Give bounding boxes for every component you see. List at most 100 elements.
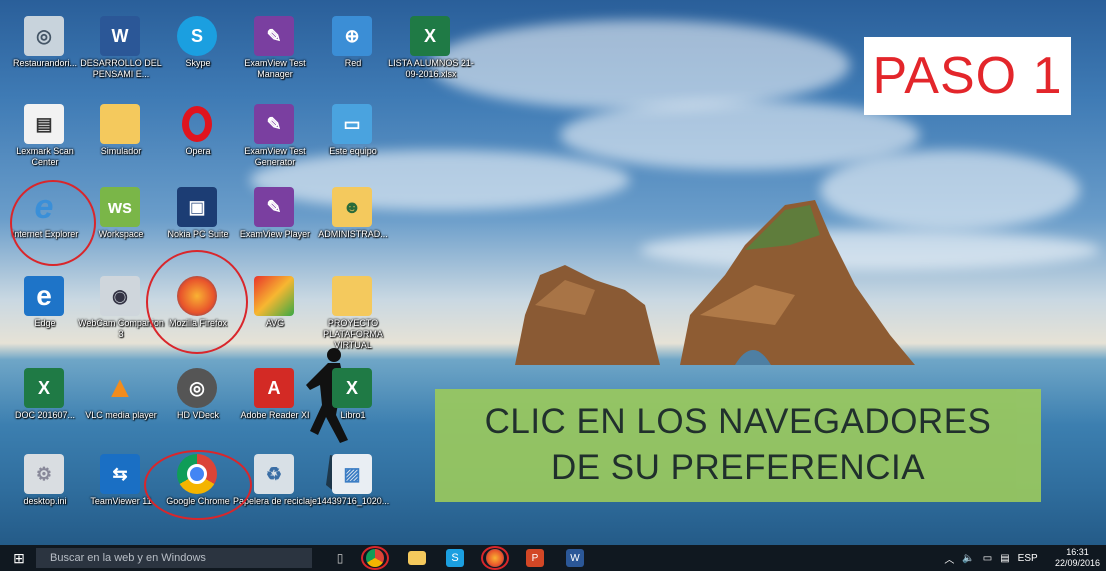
edge-shortcut[interactable]: e Edge (2, 272, 88, 362)
red-network[interactable]: ⊕ Red (310, 12, 396, 102)
step-label: PASO 1 (864, 37, 1071, 115)
sea-rocks (515, 200, 915, 365)
lexmark-shortcut[interactable]: ▤ Lexmark Scan Center (2, 100, 88, 190)
taskbar-skype-icon[interactable]: S (446, 549, 464, 567)
clock-time: 16:31 (1066, 547, 1089, 557)
highlight-circle-chrome (144, 450, 252, 520)
icon-label: Opera (185, 146, 211, 156)
nokia-icon: ▣ (177, 187, 217, 227)
clock-date: 22/09/2016 (1054, 558, 1100, 568)
icon-label: Libro1 (340, 410, 366, 420)
network-tray-icon[interactable]: ▭ (983, 553, 992, 564)
highlight-circle-taskbar-chrome (361, 546, 389, 570)
proyecto-folder[interactable]: PROYECTO PLATAFORMA VIRTUAL (310, 272, 396, 362)
icon-label: Skype (185, 58, 211, 68)
highlight-circle-taskbar-firefox (481, 546, 509, 570)
instruction-line-1: CLIC EN LOS NAVEGADORES (484, 402, 992, 441)
computer-icon: ▭ (332, 104, 372, 144)
desktop-screen: ◎ Restaurandori... ▤ Lexmark Scan Center… (0, 0, 1106, 571)
icon-label: 14439716_1020... (316, 496, 390, 506)
icon-label: DOC 201607... (14, 410, 76, 420)
este-equipo[interactable]: ▭ Este equipo (310, 100, 396, 190)
search-box[interactable]: Buscar en la web y en Windows (36, 548, 312, 568)
icon-label: Adobe Reader XI (240, 410, 310, 420)
network-icon: ⊕ (332, 16, 372, 56)
excel-icon: X (410, 16, 450, 56)
restaurando-icon-shortcut[interactable]: ◎ Restaurandori... (2, 12, 88, 102)
powerpoint-icon[interactable]: P (526, 549, 544, 567)
icon-label: Edge (34, 318, 56, 328)
volume-icon[interactable]: 🔈 (962, 553, 974, 564)
folder-icon (100, 104, 140, 144)
icon-label: Este equipo (329, 146, 377, 156)
chevron-up-icon[interactable]: ︿ (944, 551, 954, 566)
taskbar-word-icon[interactable]: W (566, 549, 584, 567)
icon-label: Restaurandori... (12, 58, 78, 68)
desarrollo-word-shortcut[interactable]: W DESARROLLO DEL PENSAMI E... (78, 12, 164, 102)
system-tray: ︿ 🔈 ▭ ▤ ESP (936, 548, 1046, 568)
skype-shortcut[interactable]: S Skype (155, 12, 241, 102)
document-icon: ▤ (24, 104, 64, 144)
icon-label: Nokia PC Suite (167, 229, 229, 239)
windows-start-button[interactable]: ⊞ (8, 548, 30, 568)
vlc-cone-icon: ▲ (105, 371, 135, 404)
lista-alumnos-excel[interactable]: X LISTA ALUMNOS 21-09-2016.xlsx (388, 12, 474, 102)
notification-icon[interactable]: ▤ (1000, 553, 1009, 564)
icon-label: Red (344, 58, 362, 68)
examview-icon: ✎ (254, 16, 294, 56)
administrador-folder[interactable]: ☻ ADMINISTRAD... (310, 183, 396, 273)
icon-label: Lexmark Scan Center (16, 146, 74, 167)
word-icon: W (100, 16, 140, 56)
image-file[interactable]: ▨ 14439716_1020... (310, 450, 396, 540)
icon-label: Simulador (100, 146, 142, 156)
vlc-shortcut[interactable]: ▲ VLC media player (78, 364, 164, 454)
file-icon: ◎ (24, 16, 64, 56)
settings-file-icon: ⚙ (24, 454, 64, 494)
icon-label: desktop.ini (23, 496, 67, 506)
recycle-bin-icon: ♻ (254, 454, 294, 494)
edge-icon: e (24, 276, 64, 316)
avg-icon (254, 276, 294, 316)
opera-shortcut[interactable]: Opera (155, 100, 241, 190)
language-indicator[interactable]: ESP (1018, 553, 1038, 564)
icon-label: ADMINISTRAD... (318, 229, 388, 239)
clock[interactable]: 16:31 22/09/2016 (1055, 547, 1100, 569)
pdf-icon: A (254, 368, 294, 408)
image-icon: ▨ (332, 454, 372, 494)
icon-label: LISTA ALUMNOS 21-09-2016.xlsx (388, 58, 474, 79)
examview-player-shortcut[interactable]: ✎ ExamView Player (232, 183, 318, 273)
excel-icon: X (332, 368, 372, 408)
icon-label: HD VDeck (176, 410, 219, 420)
examview-icon: ✎ (254, 187, 294, 227)
instruction-banner: CLIC EN LOS NAVEGADORES DE SU PREFERENCI… (435, 389, 1041, 502)
examview-icon: ✎ (254, 104, 294, 144)
icon-label: VLC media player (85, 410, 157, 420)
icon-label: ExamView Player (239, 229, 311, 239)
libro1-excel[interactable]: X Libro1 (310, 364, 396, 454)
simulador-folder[interactable]: Simulador (78, 100, 164, 190)
excel-icon: X (24, 368, 64, 408)
highlight-circle-ie (10, 180, 96, 266)
taskbar: ⊞ Buscar en la web y en Windows ▯ S P W … (0, 545, 1106, 571)
file-explorer-icon[interactable] (408, 551, 426, 565)
teamviewer-icon: ⇆ (100, 454, 140, 494)
skype-icon: S (177, 16, 217, 56)
icon-label: DESARROLLO DEL PENSAMI E... (80, 58, 162, 79)
hd-vdeck-shortcut[interactable]: ◎ HD VDeck (155, 364, 241, 454)
opera-icon (177, 104, 217, 144)
folder-icon (332, 276, 372, 316)
highlight-circle-firefox (146, 250, 248, 354)
adobe-reader-shortcut[interactable]: A Adobe Reader XI (232, 364, 318, 454)
user-folder-icon: ☻ (332, 187, 372, 227)
task-view-icon[interactable]: ▯ (330, 548, 350, 568)
examview-test-manager-shortcut[interactable]: ✎ ExamView Test Manager (232, 12, 318, 102)
webcam-icon: ◉ (100, 276, 140, 316)
examview-test-generator-shortcut[interactable]: ✎ ExamView Test Generator (232, 100, 318, 190)
doc-excel-shortcut[interactable]: X DOC 201607... (2, 364, 88, 454)
desktop-ini-file[interactable]: ⚙ desktop.ini (2, 450, 88, 540)
disc-icon: ◎ (177, 368, 217, 408)
icon-label: ExamView Test Generator (244, 146, 306, 167)
workspace-icon: ws (100, 187, 140, 227)
instruction-line-2: DE SU PREFERENCIA (550, 448, 926, 487)
icon-label: ExamView Test Manager (244, 58, 306, 79)
